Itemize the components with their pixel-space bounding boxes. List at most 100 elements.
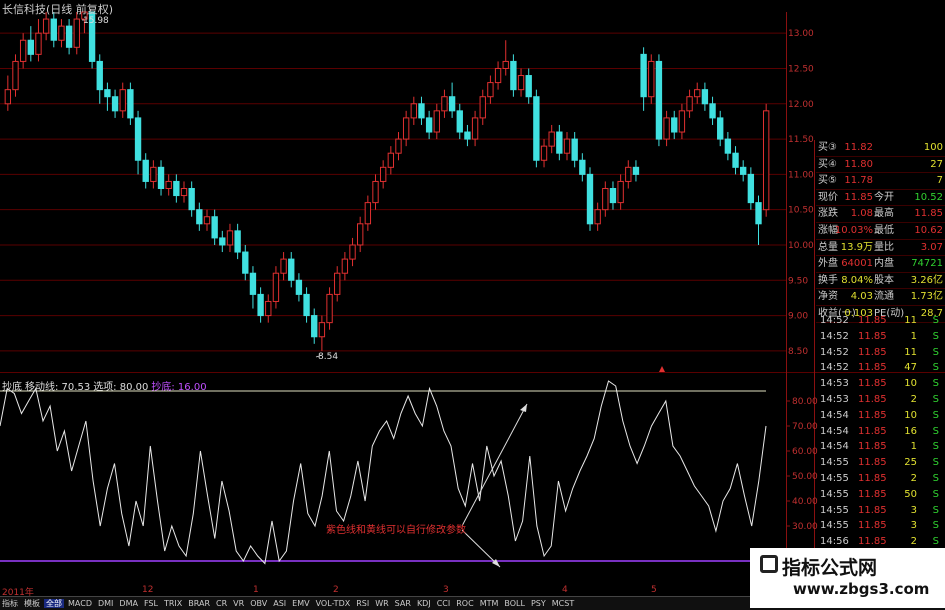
quote-panel: 买③ 11.82 100 买④ 11.80 27 买⑤ 11.78 7 现价 11.85 今开 10.5…	[816, 140, 945, 323]
tab-wr[interactable]: WR	[373, 599, 390, 608]
quote-value-2: 11.85	[914, 208, 943, 220]
trade-price: 11.85	[858, 520, 887, 532]
trade-row: 14:55 11.85 2 S	[816, 471, 945, 487]
price-tick-label: 12.50	[788, 64, 814, 74]
tab-psy[interactable]: PSY	[529, 599, 548, 608]
price-tick-label: 10.50	[788, 206, 814, 216]
quote-value: 1.08	[850, 208, 873, 220]
candle-body	[709, 103, 716, 119]
candle-body	[448, 96, 456, 112]
candle-body	[242, 251, 249, 274]
tab-cr[interactable]: CR	[214, 599, 229, 608]
trade-volume: 3	[910, 504, 917, 516]
trade-time: 14:54	[820, 441, 849, 453]
candle-body	[586, 173, 594, 225]
tab-emv[interactable]: EMV	[290, 599, 311, 608]
tab-cci[interactable]: CCI	[435, 599, 453, 608]
quote-label: 买③	[818, 142, 837, 153]
quote-value-2: 100	[923, 142, 943, 153]
candle-body	[249, 272, 257, 295]
tab-roc[interactable]: ROC	[454, 599, 475, 608]
tab-vr[interactable]: VR	[231, 599, 246, 608]
watermark-title: 指标公式网	[782, 557, 878, 579]
tab-kdj[interactable]: KDJ	[415, 599, 433, 608]
trade-side: S	[932, 409, 939, 421]
x-axis-label: 4	[562, 585, 568, 595]
candle-body	[533, 96, 540, 161]
arrow-head-up	[520, 404, 527, 412]
quote-value: 64001	[841, 258, 873, 270]
candle-body	[694, 89, 701, 98]
quote-label: 买④	[818, 158, 837, 170]
tab-模板[interactable]: 模板	[22, 599, 42, 608]
indicator-param: 移动线: 70.53	[25, 382, 91, 393]
trade-volume: 1	[910, 330, 917, 342]
quote-label: 总量	[818, 241, 838, 253]
trade-price: 11.85	[858, 457, 887, 469]
trade-volume: 3	[910, 520, 917, 532]
quote-row: 买④ 11.80 27	[816, 157, 945, 174]
indicator-param: 抄底: 16.00	[151, 382, 207, 393]
candle-body	[494, 67, 502, 84]
tab-dma[interactable]: DMA	[117, 599, 140, 608]
candle-body	[686, 96, 693, 112]
candle-body	[571, 138, 578, 161]
candle-body	[265, 300, 272, 317]
quote-row: 涨幅 10.03% 最低 10.62	[816, 223, 945, 240]
trade-row: 14:54 11.85 10 S	[816, 408, 945, 424]
quote-value: 10.03%	[834, 224, 873, 236]
quote-label-2: 最高	[874, 208, 894, 220]
candle-body	[288, 258, 295, 281]
candle-body	[464, 131, 471, 140]
tab-mtm[interactable]: MTM	[478, 599, 501, 608]
trade-row: 14:52 11.85 1 S	[816, 329, 945, 345]
trade-side: S	[932, 472, 939, 484]
trade-side: S	[932, 520, 939, 532]
tab-sar[interactable]: SAR	[393, 599, 413, 608]
tab-brar[interactable]: BRAR	[186, 599, 212, 608]
quote-value-2: 10.52	[914, 191, 943, 203]
quote-row: 外盘 64001 内盘 74721	[816, 256, 945, 273]
trade-side: S	[932, 488, 939, 500]
trade-volume: 25	[904, 457, 917, 469]
indicator-tick-label: 40.00	[792, 497, 818, 507]
tab-obv[interactable]: OBV	[248, 599, 269, 608]
tab-全部[interactable]: 全部	[44, 599, 64, 608]
quote-label-2: 今开	[874, 191, 894, 203]
high-price-label: 15.98	[83, 16, 109, 26]
tab-mcst[interactable]: MCST	[550, 599, 576, 608]
candle-body	[295, 279, 303, 295]
trade-side: S	[932, 441, 939, 453]
candle-body	[180, 188, 188, 197]
annotation-text: 紫色线和黄线可以自行修改参数	[326, 525, 466, 536]
tab-vol-tdx[interactable]: VOL-TDX	[314, 599, 353, 608]
candle-body	[364, 202, 372, 225]
tab-trix[interactable]: TRIX	[162, 599, 184, 608]
quote-value-2: 10.62	[914, 224, 943, 236]
candle-body	[441, 96, 448, 112]
trade-time: 14:55	[820, 520, 849, 532]
candle-body	[96, 60, 103, 91]
trade-time: 14:55	[820, 488, 849, 500]
candle-body	[563, 138, 571, 154]
candle-body	[326, 293, 333, 324]
candle-body	[387, 152, 395, 168]
trade-volume: 10	[904, 409, 917, 421]
candle-body	[471, 117, 479, 140]
indicator-tick-label: 60.00	[792, 447, 818, 457]
candle-body	[4, 89, 12, 105]
trade-row: 14:54 11.85 1 S	[816, 439, 945, 455]
tab-指标[interactable]: 指标	[0, 599, 20, 608]
candle-body	[487, 82, 494, 98]
tab-boll[interactable]: BOLL	[502, 599, 527, 608]
tab-rsi[interactable]: RSI	[354, 599, 371, 608]
candle-body	[104, 89, 111, 98]
price-tick-label: 9.50	[788, 276, 808, 286]
tab-asi[interactable]: ASI	[271, 599, 288, 608]
tab-dmi[interactable]: DMI	[96, 599, 115, 608]
logo-icon	[760, 555, 778, 573]
candle-body	[372, 180, 379, 204]
tab-fsl[interactable]: FSL	[142, 599, 160, 608]
chart-canvas[interactable]: 13.00 12.50 12.00 11.50 11.00 10.50 10.00 9.50 9…	[0, 0, 945, 609]
tab-macd[interactable]: MACD	[66, 599, 94, 608]
